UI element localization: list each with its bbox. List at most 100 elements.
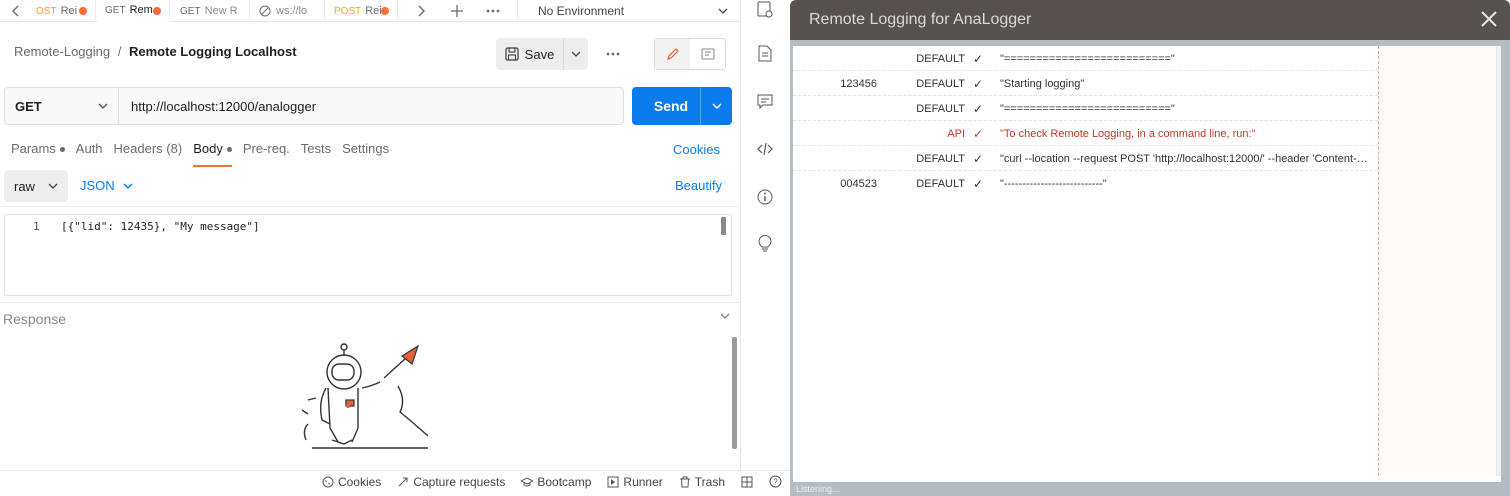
- statusbar-trash[interactable]: Trash: [679, 475, 725, 489]
- more-actions-icon[interactable]: [600, 42, 626, 66]
- tab-label: Auth: [75, 141, 103, 156]
- environment-selector[interactable]: No Environment: [517, 0, 740, 22]
- cookie-icon: [322, 476, 334, 488]
- more-tabs-icon[interactable]: [481, 0, 505, 22]
- tab-name: New R: [204, 5, 238, 17]
- body-mode-dropdown[interactable]: raw: [4, 170, 68, 202]
- request-tab[interactable]: POST Rei: [326, 0, 398, 22]
- tab-auth[interactable]: Auth: [76, 141, 103, 167]
- tab-prereq[interactable]: Pre-req.: [243, 141, 290, 167]
- response-header[interactable]: Response: [0, 302, 740, 334]
- tab-label: Settings: [342, 141, 390, 156]
- unsaved-dot: [153, 7, 161, 15]
- body-language-dropdown[interactable]: JSON: [80, 178, 133, 193]
- log-lid: 123456: [840, 78, 877, 90]
- statusbar-cookies-label: Cookies: [337, 474, 382, 489]
- request-tab[interactable]: ws://lo: [251, 0, 325, 22]
- log-context: DEFAULT: [916, 178, 965, 190]
- cookies-link[interactable]: Cookies: [673, 142, 720, 157]
- analogger-window: Remote Logging for AnaLogger DEFAULT ✓ "…: [790, 0, 1510, 496]
- close-icon[interactable]: [1480, 10, 1498, 28]
- new-tab-plus-icon[interactable]: [445, 0, 469, 22]
- request-tab[interactable]: GET New R: [172, 0, 250, 22]
- log-check: ✓: [973, 52, 984, 66]
- code-icon[interactable]: [755, 139, 775, 159]
- body-options-bar: raw JSON Beautify: [0, 169, 740, 207]
- log-check: ✓: [973, 177, 984, 191]
- save-options-chevron-icon[interactable]: [564, 38, 588, 70]
- log-row: DEFAULT ✓ "==========================": [793, 96, 1378, 121]
- editor-scrollbar[interactable]: [721, 217, 726, 235]
- log-check: ✓: [973, 127, 984, 141]
- line-number: 1: [33, 220, 40, 233]
- log-message: "Starting logging": [1000, 78, 1085, 90]
- log-frame: DEFAULT ✓ "==========================" 1…: [790, 40, 1510, 496]
- comments-icon[interactable]: [755, 91, 775, 111]
- lightbulb-icon[interactable]: [755, 234, 775, 254]
- body-editor[interactable]: 1 [{"lid": 12435}, "My message"]: [4, 214, 732, 296]
- tab-method: GET: [180, 5, 201, 17]
- capture-icon: [397, 476, 409, 488]
- listening-status: Listening...: [793, 482, 1501, 496]
- help-icon[interactable]: ?: [769, 475, 782, 488]
- statusbar-cookies[interactable]: Cookies: [322, 475, 381, 489]
- tab-tests[interactable]: Tests: [301, 141, 331, 167]
- log-message: "To check Remote Logging, in a command l…: [1000, 128, 1256, 140]
- documentation-icon[interactable]: [690, 39, 725, 69]
- settings-panel-icon[interactable]: [755, 0, 775, 20]
- send-button[interactable]: Send: [632, 87, 732, 125]
- tab-settings[interactable]: Settings: [342, 141, 389, 167]
- tab-name: Rei: [365, 5, 382, 17]
- save-button[interactable]: Save: [496, 38, 564, 70]
- tab-body[interactable]: Body: [193, 141, 232, 167]
- beautify-link[interactable]: Beautify: [675, 178, 722, 193]
- send-options-chevron-icon[interactable]: [700, 87, 732, 125]
- log-check: ✓: [973, 77, 984, 91]
- statusbar-runner[interactable]: Runner: [607, 475, 663, 489]
- unsaved-dot: [79, 7, 87, 15]
- edit-pencil-icon[interactable]: [655, 39, 690, 69]
- postman-pane: OST Rei GET Rem GET New R ws://lo POST R…: [0, 0, 790, 496]
- save-icon: [505, 47, 519, 61]
- two-pane-icon[interactable]: [741, 476, 753, 488]
- log-row: DEFAULT ✓ "==========================": [793, 46, 1378, 71]
- request-tab[interactable]: OST Rei: [28, 0, 96, 22]
- astronaut-illustration: [288, 340, 438, 450]
- url-input[interactable]: http://localhost:12000/analogger: [119, 88, 623, 124]
- request-tab-active[interactable]: GET Rem: [97, 0, 170, 22]
- log-row: 123456 DEFAULT ✓ "Starting logging": [793, 71, 1378, 96]
- breadcrumb-collection[interactable]: Remote-Logging: [14, 44, 110, 59]
- method-selector[interactable]: GET: [5, 88, 119, 124]
- log-check: ✓: [973, 152, 984, 166]
- save-group: Save: [496, 38, 588, 70]
- log-check: ✓: [973, 102, 984, 116]
- info-icon[interactable]: [755, 187, 775, 207]
- statusbar-bootcamp[interactable]: Bootcamp: [521, 475, 591, 489]
- chevron-left-icon[interactable]: [4, 0, 28, 22]
- statusbar-bootcamp-label: Bootcamp: [537, 474, 592, 489]
- trash-icon: [679, 476, 691, 488]
- chevron-right-icon[interactable]: [409, 0, 433, 22]
- send-label: Send: [653, 98, 689, 114]
- tab-headers[interactable]: Headers (8): [114, 141, 183, 167]
- log-context: DEFAULT: [916, 103, 965, 115]
- breadcrumb-request[interactable]: Remote Logging Localhost: [129, 44, 297, 59]
- chevron-down-icon[interactable]: [720, 313, 730, 319]
- statusbar-trash-label: Trash: [694, 474, 725, 489]
- log-scrollbar[interactable]: [1496, 46, 1501, 476]
- websocket-icon: [259, 5, 271, 17]
- tab-label: Pre-req.: [242, 141, 290, 156]
- graduation-cap-icon: [521, 476, 534, 488]
- document-icon[interactable]: [755, 43, 775, 63]
- environment-label: No Environment: [538, 4, 625, 18]
- statusbar-capture[interactable]: Capture requests: [397, 475, 505, 489]
- tab-name: ws://lo: [276, 5, 308, 17]
- tab-params[interactable]: Params: [11, 141, 65, 167]
- params-dot: [59, 147, 65, 152]
- chevron-down-icon: [718, 8, 728, 14]
- chevron-down-icon: [48, 183, 58, 189]
- response-scrollbar[interactable]: [732, 337, 737, 449]
- log-message: "==========================": [1000, 53, 1175, 65]
- editor-code[interactable]: [{"lid": 12435}, "My message"]: [61, 220, 260, 233]
- log-context: DEFAULT: [916, 78, 965, 90]
